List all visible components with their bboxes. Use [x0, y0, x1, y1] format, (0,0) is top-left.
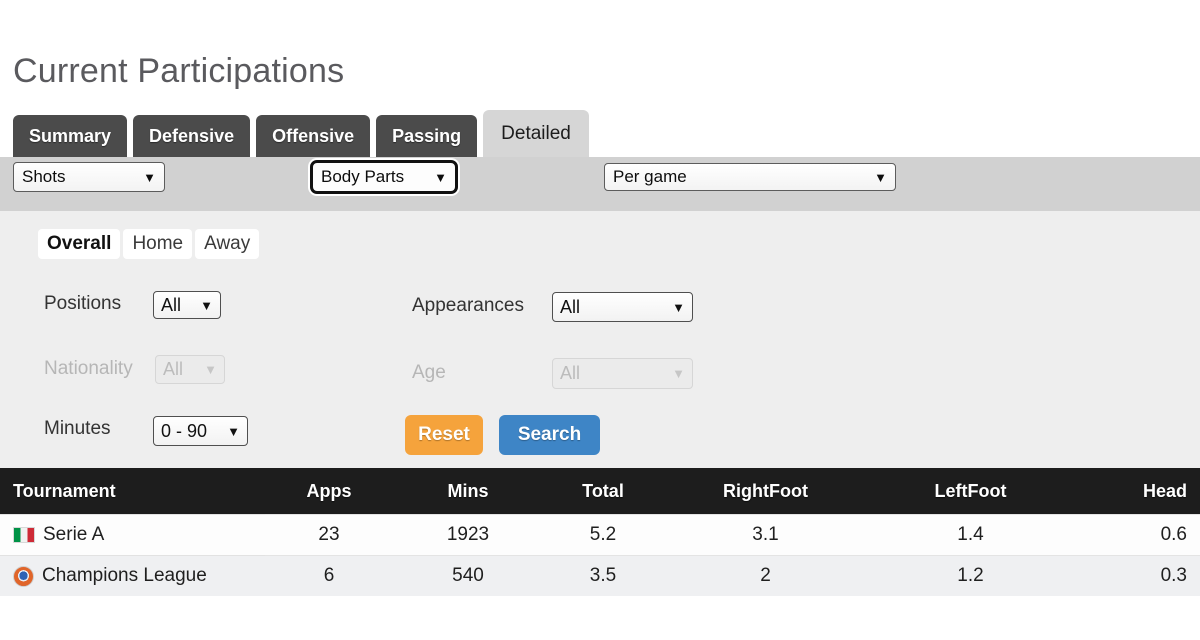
tab-detailed[interactable]: Detailed — [483, 110, 589, 157]
stat-subcategory-dropdown[interactable]: Body Parts ▼ — [310, 160, 458, 194]
table-header-row: Tournament Apps Mins Total RightFoot Lef… — [0, 468, 1200, 515]
tab-summary[interactable]: Summary — [13, 115, 128, 157]
column-header-apps[interactable]: Apps — [265, 468, 393, 515]
page-title: Current Participations — [13, 52, 345, 90]
venue-segment-group: Overall Home Away — [38, 229, 260, 259]
stat-subcategory-value: Body Parts — [321, 167, 405, 186]
cell-apps: 6 — [265, 555, 393, 596]
tournament-name: Champions League — [42, 565, 207, 586]
cell-tournament: Serie A — [0, 514, 265, 556]
cell-total: 3.5 — [543, 555, 663, 596]
chevron-down-icon: ▼ — [672, 299, 685, 315]
chevron-down-icon: ▼ — [227, 423, 240, 439]
stat-category-value: Shots — [22, 167, 66, 186]
cell-total: 5.2 — [543, 514, 663, 556]
cell-apps: 23 — [265, 514, 393, 556]
age-label: Age — [412, 362, 446, 383]
tournament-stats-table: Tournament Apps Mins Total RightFoot Lef… — [0, 468, 1200, 596]
cell-head: 0.3 — [1073, 555, 1200, 596]
appearances-dropdown[interactable]: All ▼ — [552, 292, 693, 322]
aggregation-dropdown[interactable]: Per game ▼ — [604, 163, 896, 191]
cell-rightfoot: 3.1 — [663, 514, 868, 556]
aggregation-value: Per game — [613, 167, 687, 186]
column-header-leftfoot[interactable]: LeftFoot — [868, 468, 1073, 515]
reset-button[interactable]: Reset — [405, 415, 483, 455]
tab-passing[interactable]: Passing — [376, 115, 478, 157]
minutes-label: Minutes — [44, 418, 111, 439]
positions-label: Positions — [44, 293, 122, 314]
column-header-mins[interactable]: Mins — [393, 468, 543, 515]
column-header-rightfoot[interactable]: RightFoot — [663, 468, 868, 515]
table-row[interactable]: Serie A 23 1923 5.2 3.1 1.4 0.6 — [0, 514, 1200, 556]
tournament-name: Serie A — [43, 524, 105, 545]
table-row[interactable]: Champions League 6 540 3.5 2 1.2 0.3 — [0, 555, 1200, 596]
minutes-dropdown[interactable]: 0 - 90 ▼ — [153, 416, 248, 446]
search-button[interactable]: Search — [499, 415, 600, 455]
champions-league-badge-icon — [13, 565, 34, 587]
cell-mins: 540 — [393, 555, 543, 596]
age-dropdown[interactable]: All ▼ — [552, 358, 693, 389]
column-header-head[interactable]: Head — [1073, 468, 1200, 515]
cell-head: 0.6 — [1073, 514, 1200, 556]
chevron-down-icon: ▼ — [143, 169, 156, 185]
italy-flag-icon — [13, 527, 35, 543]
stat-category-dropdown[interactable]: Shots ▼ — [13, 162, 165, 192]
segment-overall[interactable]: Overall — [38, 229, 121, 259]
cell-leftfoot: 1.2 — [868, 555, 1073, 596]
stat-selector-toolbar — [0, 157, 1200, 211]
chevron-down-icon: ▼ — [204, 362, 217, 377]
nationality-value: All — [163, 359, 184, 379]
nationality-label: Nationality — [44, 358, 133, 379]
nationality-dropdown[interactable]: All ▼ — [155, 355, 225, 384]
tab-offensive[interactable]: Offensive — [256, 115, 371, 157]
segment-away[interactable]: Away — [195, 229, 260, 259]
positions-value: All — [161, 294, 182, 315]
chevron-down-icon: ▼ — [672, 366, 685, 381]
chevron-down-icon: ▼ — [874, 169, 887, 185]
tab-defensive[interactable]: Defensive — [133, 115, 251, 157]
cell-rightfoot: 2 — [663, 555, 868, 596]
appearances-label: Appearances — [412, 295, 524, 316]
cell-mins: 1923 — [393, 514, 543, 556]
tab-strip: Summary Defensive Offensive Passing Deta… — [13, 105, 589, 157]
age-value: All — [560, 363, 581, 383]
minutes-value: 0 - 90 — [161, 420, 208, 441]
appearances-value: All — [560, 296, 581, 317]
cell-tournament: Champions League — [0, 555, 265, 596]
column-header-tournament[interactable]: Tournament — [0, 468, 265, 515]
chevron-down-icon: ▼ — [434, 169, 447, 185]
column-header-total[interactable]: Total — [543, 468, 663, 515]
segment-home[interactable]: Home — [123, 229, 193, 259]
positions-dropdown[interactable]: All ▼ — [153, 291, 221, 319]
cell-leftfoot: 1.4 — [868, 514, 1073, 556]
chevron-down-icon: ▼ — [200, 297, 213, 313]
